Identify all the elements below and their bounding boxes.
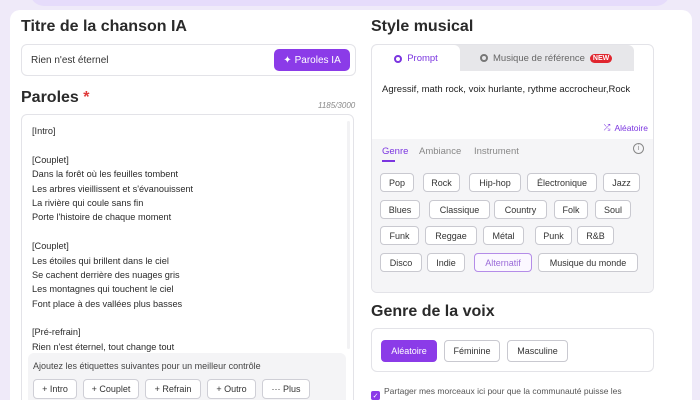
new-badge: NEW — [589, 53, 613, 63]
tab-reference-label: Musique de référence — [493, 52, 585, 64]
lyrics-line: Les montagnes qui touchent le ciel — [32, 284, 174, 295]
genre-chip-selected[interactable]: Alternatif — [474, 253, 532, 272]
tab-ambiance[interactable]: Ambiance — [419, 146, 461, 157]
voice-male-button[interactable]: Masculine — [507, 340, 568, 362]
genre-chip[interactable]: Pop — [380, 173, 414, 192]
genre-chip[interactable]: Funk — [380, 226, 419, 245]
lyrics-line — [32, 225, 353, 239]
share-checkbox[interactable]: ✓ — [371, 391, 380, 400]
genre-chip[interactable]: Électronique — [527, 173, 597, 192]
radio-icon — [394, 54, 403, 63]
lyrics-line — [32, 138, 353, 152]
tab-prompt[interactable]: Prompt — [372, 45, 460, 72]
tab-reference-music[interactable]: Musique de référence NEW — [480, 45, 613, 71]
lyrics-line: Font place à des vallées plus basses — [32, 298, 183, 309]
lyrics-textarea[interactable]: [Intro] [Couplet] Dans la forêt où les feu… — [21, 114, 354, 400]
tag-outro-button[interactable]: + Outro — [207, 379, 256, 399]
song-title-input[interactable]: Rien n'est éternel ✦ Paroles IA — [21, 44, 356, 76]
genre-chip[interactable]: Disco — [380, 253, 422, 272]
genre-chip[interactable]: Reggae — [425, 226, 477, 245]
tag-refrain-button[interactable]: + Refrain — [145, 379, 201, 399]
lyrics-line: Se cachent derrière des nuages gris — [32, 269, 180, 280]
genre-chip[interactable]: Métal — [483, 226, 524, 245]
tab-genre[interactable]: Genre — [382, 146, 408, 157]
lyrics-line: [Couplet] — [32, 154, 69, 165]
tag-intro-button[interactable]: + Intro — [33, 379, 77, 399]
lyrics-line: [Pré-refrain] — [32, 327, 81, 338]
genre-chip[interactable]: Classique — [429, 200, 490, 219]
tab-prompt-label: Prompt — [407, 53, 438, 64]
radio-icon — [480, 54, 488, 62]
genre-chip[interactable]: R&B — [577, 226, 614, 245]
genre-panel: Genre Ambiance Instrument i Pop Rock Hip… — [372, 139, 653, 292]
style-prompt-input[interactable]: Agressif, math rock, voix hurlante, ryth… — [382, 84, 630, 95]
ai-lyrics-button-label: Paroles IA — [294, 54, 341, 66]
voice-random-button[interactable]: Aléatoire — [381, 340, 437, 362]
lyrics-content[interactable]: [Intro] [Couplet] Dans la forêt où les feu… — [22, 115, 353, 355]
genre-chip[interactable]: Folk — [554, 200, 588, 219]
style-heading: Style musical — [371, 18, 474, 35]
lyrics-line: Dans la forêt où les feuilles tombent — [32, 169, 179, 180]
lyrics-heading: Paroles * — [21, 89, 90, 107]
tag-more-button[interactable]: ··· Plus — [262, 379, 310, 399]
genre-chip[interactable]: Jazz — [603, 173, 640, 192]
random-style-button[interactable]: ⤮ Aléatoire — [604, 122, 648, 133]
lyrics-line — [32, 311, 353, 325]
lyrics-scrollbar[interactable] — [347, 121, 350, 349]
genre-chip[interactable]: Hip-hop — [469, 173, 521, 192]
main-card: Titre de la chanson IA Rien n'est éterne… — [10, 10, 692, 400]
top-banner — [30, 0, 670, 6]
lyrics-line: Les arbres vieillissent et s'évanouissen… — [32, 183, 194, 194]
lyrics-line: La rivière qui coule sans fin — [32, 197, 144, 208]
random-style-label: Aléatoire — [614, 122, 648, 133]
voice-female-button[interactable]: Féminine — [444, 340, 500, 362]
tab-instrument[interactable]: Instrument — [474, 146, 519, 157]
check-icon: ✓ — [372, 392, 379, 400]
song-title-value: Rien n'est éternel — [31, 55, 109, 66]
required-mark: * — [83, 89, 90, 106]
char-counter: 1185/3000 — [318, 101, 356, 110]
sparkle-icon: ✦ — [283, 54, 292, 66]
tags-hint: Ajoutez les étiquettes suivantes pour un… — [33, 361, 261, 371]
ai-lyrics-button[interactable]: ✦ Paroles IA — [274, 49, 350, 71]
lyrics-heading-text: Paroles — [21, 89, 79, 106]
voice-panel: Aléatoire Féminine Masculine — [371, 328, 654, 372]
tags-panel: Ajoutez les étiquettes suivantes pour un… — [28, 353, 346, 400]
genre-chip[interactable]: Indie — [427, 253, 465, 272]
lyrics-line: Les étoiles qui brillent dans le ciel — [32, 255, 169, 266]
lyrics-line: Porte l'histoire de chaque moment — [32, 212, 172, 223]
shuffle-icon: ⤮ — [603, 122, 611, 132]
genre-chip[interactable]: Rock — [423, 173, 460, 192]
genre-chip[interactable]: Soul — [595, 200, 631, 219]
genre-chip[interactable]: Blues — [380, 200, 420, 219]
style-panel: Prompt Musique de référence NEW Agressif… — [371, 44, 654, 293]
tag-couplet-button[interactable]: + Couplet — [83, 379, 139, 399]
info-icon[interactable]: i — [633, 143, 644, 154]
genre-chip[interactable]: Punk — [535, 226, 572, 245]
genre-tab-underline — [382, 160, 395, 162]
share-label: Partager mes morceaux ici pour que la co… — [384, 386, 622, 396]
song-title-heading: Titre de la chanson IA — [21, 18, 187, 35]
genre-chip[interactable]: Country — [494, 200, 547, 219]
voice-heading: Genre de la voix — [371, 303, 495, 320]
genre-chip[interactable]: Musique du monde — [538, 253, 638, 272]
lyrics-line: [Couplet] — [32, 241, 69, 252]
lyrics-line: [Intro] — [32, 126, 56, 136]
